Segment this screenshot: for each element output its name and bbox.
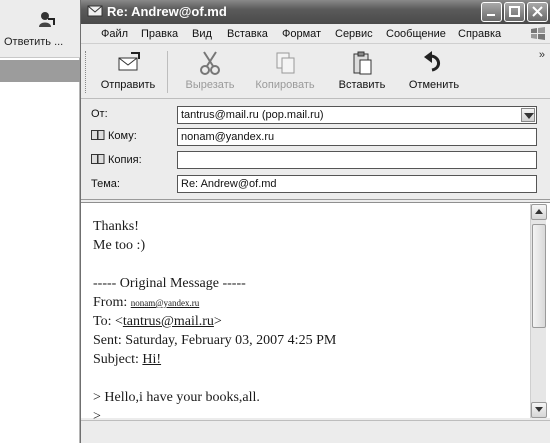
- scroll-up-button[interactable]: [531, 204, 547, 220]
- menu-format[interactable]: Формат: [282, 28, 321, 40]
- quote-line: > Hello,i have your books,all.: [93, 390, 260, 405]
- reply-icon[interactable]: [36, 9, 56, 29]
- minimize-button[interactable]: [481, 2, 502, 22]
- menu-insert[interactable]: Вставка: [227, 28, 268, 40]
- background-window: Ответить ...: [0, 0, 80, 443]
- from-dropdown-button[interactable]: [521, 108, 535, 122]
- undo-button[interactable]: Отменить: [401, 48, 467, 96]
- body-line: [93, 255, 533, 274]
- quoted-to: To: <tantrus@mail.ru>: [93, 312, 533, 331]
- paste-button[interactable]: Вставить: [329, 48, 395, 96]
- maximize-button[interactable]: [504, 2, 525, 22]
- to-field[interactable]: nonam@yandex.ru: [177, 128, 537, 146]
- message-header: От: tantrus@mail.ru (pop.mail.ru) Кому: …: [81, 100, 550, 200]
- toolbar-grip[interactable]: [85, 51, 88, 93]
- menu-view[interactable]: Вид: [192, 28, 212, 40]
- scissors-icon: [200, 51, 220, 75]
- cc-button[interactable]: Копия:: [91, 154, 142, 166]
- message-body[interactable]: Thanks! Me too :) ----- Original Message…: [81, 202, 550, 424]
- chevron-down-icon: [524, 113, 534, 119]
- copy-button[interactable]: Копировать: [247, 48, 323, 96]
- copy-icon: [276, 52, 295, 74]
- body-line: Me too :): [93, 238, 146, 253]
- quoted-to-end: >: [213, 314, 222, 329]
- menu-edit[interactable]: Правка: [141, 28, 178, 40]
- close-icon: [532, 6, 543, 17]
- quoted-from: From: nonam@yandex.ru: [93, 293, 533, 312]
- menu-bar: Файл Правка Вид Вставка Формат Сервис Со…: [81, 24, 550, 44]
- quoted-from-email[interactable]: nonam@yandex.ru: [131, 298, 200, 308]
- status-bar: [81, 420, 550, 443]
- title-bar[interactable]: Re: Andrew@of.md: [81, 0, 550, 24]
- cut-label: Вырезать: [185, 79, 235, 91]
- send-label: Отправить: [100, 79, 156, 91]
- undo-label: Отменить: [408, 79, 460, 91]
- subject-field[interactable]: Re: Andrew@of.md: [177, 175, 537, 193]
- compose-window: Re: Andrew@of.md Файл Правка Вид Вставка…: [80, 0, 550, 443]
- envelope-icon: [87, 5, 103, 17]
- quoted-to-email[interactable]: tantrus@mail.ru: [123, 314, 214, 329]
- reply-button[interactable]: Ответить ...: [4, 36, 63, 48]
- quoted-to-label: To: <: [93, 314, 123, 329]
- menu-tools[interactable]: Сервис: [335, 28, 373, 40]
- cc-label: Копия:: [108, 154, 142, 166]
- send-icon: [118, 52, 140, 71]
- from-label: От:: [91, 108, 108, 120]
- menu-file[interactable]: Файл: [101, 28, 128, 40]
- minimize-icon: [487, 14, 495, 16]
- quoted-subject: Subject: Hi!: [93, 350, 533, 369]
- toolbar-more-chevron[interactable]: »: [539, 49, 545, 61]
- background-header-bar: [0, 60, 80, 82]
- body-line: [93, 369, 533, 388]
- scroll-thumb[interactable]: [532, 224, 546, 328]
- to-label: Кому:: [108, 130, 137, 142]
- quoted-sent: Sent: Saturday, February 03, 2007 4:25 P…: [93, 333, 337, 348]
- toolbar: Отправить Вырезать Копировать Вставить О…: [81, 45, 550, 99]
- address-book-icon: [91, 154, 105, 164]
- menu-help[interactable]: Справка: [458, 28, 501, 40]
- menu-message[interactable]: Сообщение: [386, 28, 446, 40]
- windows-logo-icon: [531, 27, 545, 40]
- from-select[interactable]: tantrus@mail.ru (pop.mail.ru): [177, 106, 537, 124]
- body-line: Thanks!: [93, 219, 139, 234]
- paste-icon: [353, 51, 372, 75]
- subject-label: Тема:: [91, 178, 120, 190]
- maximize-icon: [509, 6, 520, 17]
- send-button[interactable]: Отправить: [95, 48, 161, 96]
- close-button[interactable]: [527, 2, 548, 22]
- vertical-scrollbar[interactable]: [530, 204, 547, 418]
- from-value: tantrus@mail.ru (pop.mail.ru): [181, 109, 324, 121]
- message-text: Thanks! Me too :) ----- Original Message…: [93, 217, 533, 426]
- paste-label: Вставить: [338, 79, 386, 91]
- scroll-down-button[interactable]: [531, 402, 547, 418]
- chevron-down-icon: [535, 407, 543, 412]
- address-book-icon: [91, 130, 105, 140]
- quoted-subject-value: Hi!: [142, 352, 162, 367]
- chevron-up-icon: [535, 209, 543, 214]
- window-title: Re: Andrew@of.md: [107, 4, 227, 19]
- toolbar-separator: [167, 51, 168, 93]
- quoted-subject-label: Subject:: [93, 352, 143, 367]
- cc-field[interactable]: [177, 151, 537, 169]
- quoted-from-label: From:: [93, 295, 131, 310]
- copy-label: Копировать: [255, 79, 315, 91]
- undo-icon: [424, 51, 440, 72]
- background-toolbar: Ответить ...: [0, 0, 80, 58]
- to-button[interactable]: Кому:: [91, 130, 137, 142]
- original-message-header: ----- Original Message -----: [93, 276, 246, 291]
- cut-button[interactable]: Вырезать: [177, 48, 243, 96]
